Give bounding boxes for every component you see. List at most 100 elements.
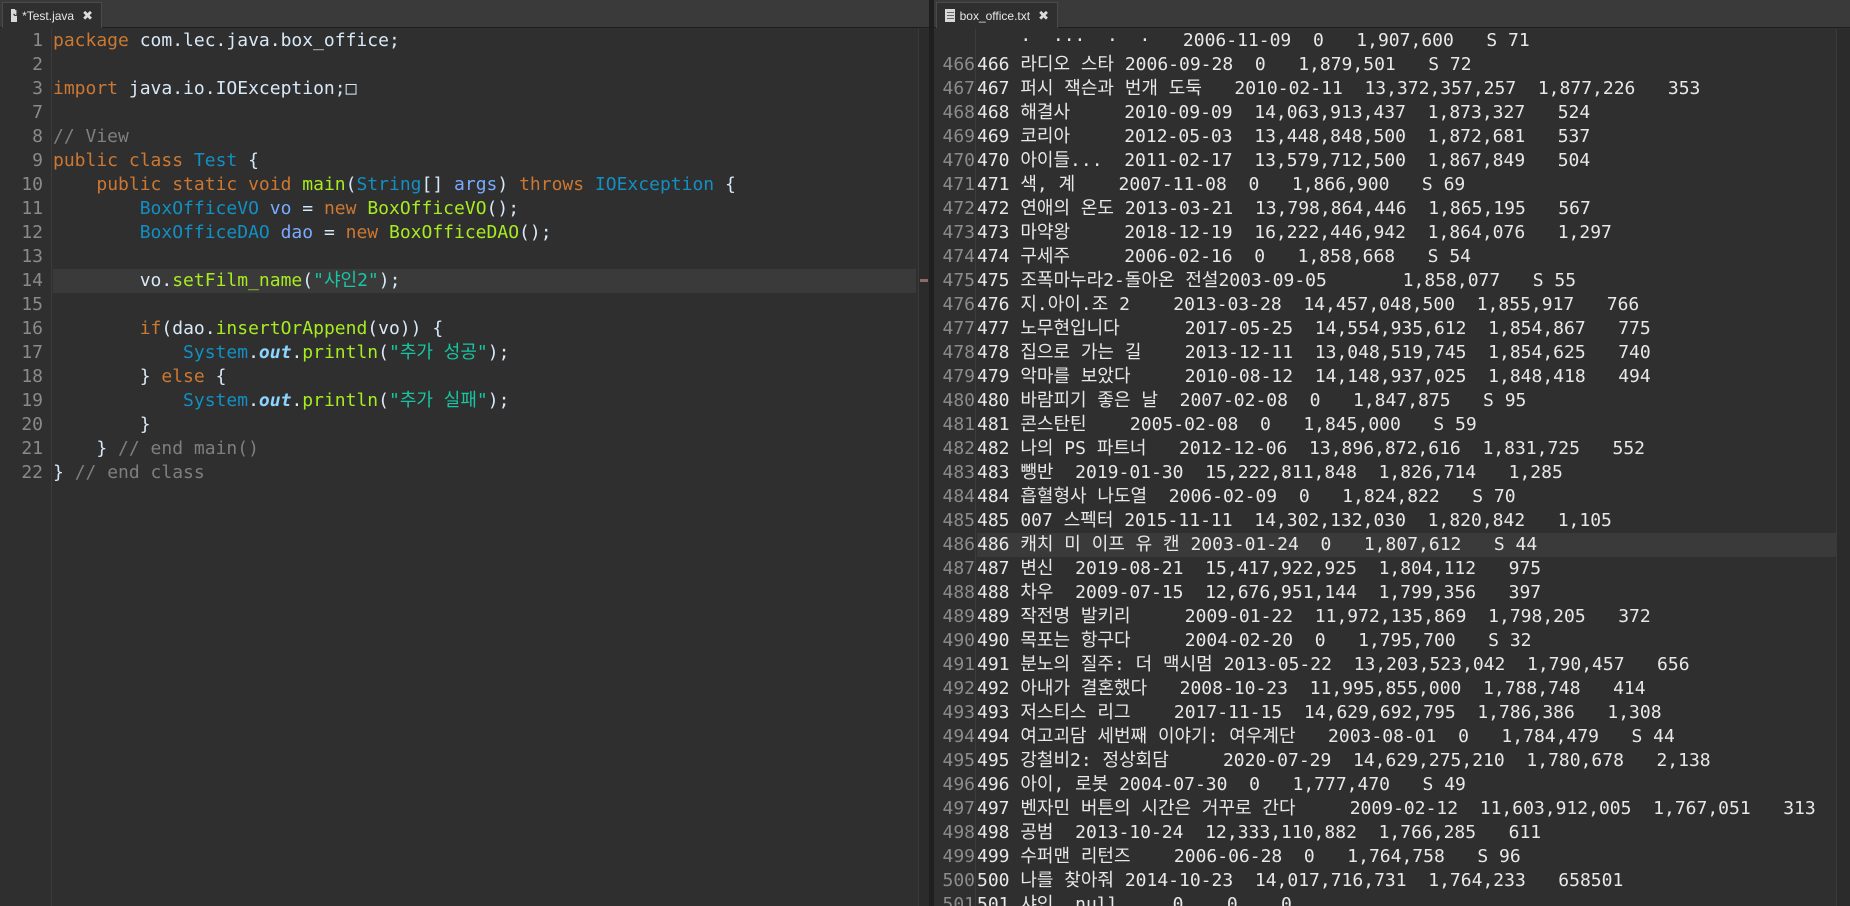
text-line[interactable]: 472 연애의 온도 2013-03-21 13,798,864,446 1,8… [977,197,1836,221]
code-token: import [53,78,119,99]
code-token: vo [269,198,292,219]
text-line[interactable]: 477 노무현입니다 2017-05-25 14,554,935,612 1,8… [977,317,1836,341]
code-line[interactable]: } // end class [53,461,916,485]
code-line[interactable] [53,245,916,269]
text-line[interactable]: 479 악마를 보았다 2010-08-12 14,148,937,025 1,… [977,365,1836,389]
java-code-editor[interactable]: 1 2 3 7 8 9 10 11 12 13 14 15 16 17 18 19 20 21 22 package… [0,29,932,906]
vertical-scrollbar[interactable] [1836,29,1850,906]
line-number: 17 [21,342,43,363]
code-token: throws [519,174,595,195]
line-number: 488 [942,582,975,603]
text-line[interactable]: 494 여고괴담 세번째 이야기: 여우계단 2003-08-01 0 1,78… [977,725,1836,749]
code-line[interactable]: System.out.println("추가 실패"); [53,389,916,413]
code-line[interactable]: import java.io.IOException;□ [53,77,916,101]
text-line[interactable]: 488 차우 2009-07-15 12,676,951,144 1,799,3… [977,581,1836,605]
java-code-area[interactable]: package com.lec.java.box_office; import … [53,29,916,906]
text-line[interactable]: 491 분노의 질주: 더 맥시멈 2013-05-22 13,203,523,… [977,653,1836,677]
text-line[interactable]: 501 샤인 null 0 0 0 [977,893,1836,906]
text-line[interactable]: 495 강철비2: 정상회담 2020-07-29 14,629,275,210… [977,749,1836,773]
text-editor[interactable]: 466 467 468 469 470 471 472 473 474 475 476 477 478 4… [934,29,1850,906]
text-line[interactable]: 485 007 스펙터 2015-11-11 14,302,132,030 1,… [977,509,1836,533]
tab-test-java[interactable]: *Test.java ✖ [2,2,102,28]
text-line[interactable]: 489 작전명 발키리 2009-01-22 11,972,135,869 1,… [977,605,1836,629]
text-line[interactable]: 468 해결사 2010-09-09 14,063,913,437 1,873,… [977,101,1836,125]
code-line[interactable]: public static void main(String[] args) t… [53,173,916,197]
code-line[interactable]: package com.lec.java.box_office; [53,29,916,53]
text-line[interactable]: 471 색, 계 2007-11-08 0 1,866,900 S 69 [977,173,1836,197]
line-number: 473 [942,222,975,243]
code-token: = [291,198,324,219]
code-token: IOException [594,174,715,195]
code-token: main [302,174,346,195]
line-number: 21 [21,438,43,459]
code-line[interactable] [53,53,916,77]
code-token: System [183,342,249,363]
text-line[interactable]: 484 흡혈형사 나도열 2006-02-09 0 1,824,822 S 70 [977,485,1836,509]
line-number: 485 [942,510,975,531]
code-token: { [204,366,227,387]
close-icon[interactable]: ✖ [1038,8,1049,24]
code-line[interactable]: BoxOfficeDAO dao = new BoxOfficeDAO(); [53,221,916,245]
code-line[interactable]: BoxOfficeVO vo = new BoxOfficeVO(); [53,197,916,221]
code-token: BoxOfficeDAO [388,222,520,243]
text-line[interactable]: 480 바람피기 좋은 날 2007-02-08 0 1,847,875 S 9… [977,389,1836,413]
code-line[interactable]: } // end main() [53,437,916,461]
text-line[interactable]: 481 콘스탄틴 2005-02-08 0 1,845,000 S 59 [977,413,1836,437]
java-file-icon [11,8,19,22]
line-number: 3 [32,78,43,99]
line-number: 468 [942,102,975,123]
line-number: 498 [942,822,975,843]
tab-box-office-txt[interactable]: box_office.txt ✖ [936,2,1058,28]
code-token: (dao. [161,318,216,339]
text-line[interactable]: · ··· · · 2006-11-09 0 1,907,600 S 71 [977,29,1836,53]
code-line[interactable] [53,293,916,317]
line-number: 497 [942,798,975,819]
text-line[interactable]: 490 목포는 항구다 2004-02-20 0 1,795,700 S 32 [977,629,1836,653]
code-token: ( [378,342,389,363]
tab-label: box_office.txt [959,8,1031,23]
code-token: { [237,150,259,171]
code-line[interactable] [53,101,916,125]
code-line[interactable]: // View [53,125,916,149]
text-line[interactable]: 492 아내가 결혼했다 2008-10-23 11,995,855,000 1… [977,677,1836,701]
line-number: 7 [32,102,43,123]
code-line[interactable]: } [53,413,916,437]
code-token: new [345,222,389,243]
text-line[interactable]: 482 나의 PS 파트너 2012-12-06 13,896,872,616 … [977,437,1836,461]
current-line-marker[interactable] [920,279,928,282]
code-token: println [302,390,379,411]
code-token: ( [378,390,389,411]
text-line[interactable]: 470 아이들... 2011-02-17 13,579,712,500 1,8… [977,149,1836,173]
text-line[interactable]: 474 구세주 2006-02-16 0 1,858,668 S 54 [977,245,1836,269]
text-line[interactable]: 476 지.아이.조 2 2013-03-28 14,457,048,500 1… [977,293,1836,317]
line-number: 478 [942,342,975,363]
text-line[interactable]: 496 아이, 로봇 2004-07-30 0 1,777,470 S 49 [977,773,1836,797]
code-token: dao [280,222,314,243]
text-line[interactable]: 499 수퍼맨 리턴즈 2006-06-28 0 1,764,758 S 96 [977,845,1836,869]
close-icon[interactable]: ✖ [82,8,93,24]
line-number: 492 [942,678,975,699]
text-line[interactable]: 478 집으로 가는 길 2013-12-11 13,048,519,745 1… [977,341,1836,365]
text-content-area[interactable]: · ··· · · 2006-11-09 0 1,907,600 S 71 466… [977,29,1836,906]
text-line[interactable]: 466 라디오 스타 2006-09-28 0 1,879,501 S 72 [977,53,1836,77]
code-token: Test [193,150,238,171]
text-line[interactable]: 473 마약왕 2018-12-19 16,222,446,942 1,864,… [977,221,1836,245]
text-line[interactable]: 483 뺑반 2019-01-30 15,222,811,848 1,826,7… [977,461,1836,485]
text-line[interactable]: 467 퍼시 잭슨과 번개 도둑 2010-02-11 13,372,357,2… [977,77,1836,101]
code-line[interactable]: public class Test { [53,149,916,173]
code-line[interactable]: } else { [53,365,916,389]
code-token: println [302,342,379,363]
text-line[interactable]: 493 저스티스 리그 2017-11-15 14,629,692,795 1,… [977,701,1836,725]
code-line[interactable]: if(dao.insertOrAppend(vo)) { [53,317,916,341]
text-line[interactable]: 486 캐치 미 이프 유 캔 2003-01-24 0 1,807,612 S… [977,533,1836,557]
code-line[interactable]: System.out.println("추가 성공"); [53,341,916,365]
text-line[interactable]: 469 코리아 2012-05-03 13,448,848,500 1,872,… [977,125,1836,149]
text-line[interactable]: 500 나를 찾아줘 2014-10-23 14,017,716,731 1,7… [977,869,1836,893]
code-line[interactable]: vo.setFilm_name("샤인2"); [53,269,916,293]
text-line[interactable]: 487 변신 2019-08-21 15,417,922,925 1,804,1… [977,557,1836,581]
text-line[interactable]: 498 공범 2013-10-24 12,333,110,882 1,766,2… [977,821,1836,845]
text-line[interactable]: 475 조폭마누라2-돌아온 전설2003-09-05 1,858,077 S … [977,269,1836,293]
text-line[interactable]: 497 벤자민 버튼의 시간은 거꾸로 간다 2009-02-12 11,603… [977,797,1836,821]
